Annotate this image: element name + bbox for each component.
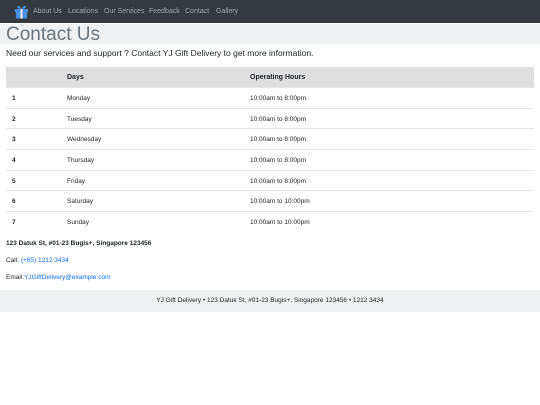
email-line: Email:YJGiftDelivery@example.com: [6, 274, 111, 281]
row-day: Monday: [67, 95, 91, 102]
nav-feedback[interactable]: Feedback: [149, 7, 180, 16]
nav-about-us[interactable]: About Us: [33, 7, 62, 16]
nav-locations[interactable]: Locations: [68, 7, 98, 16]
gift-icon[interactable]: [14, 3, 29, 19]
row-number: 7: [12, 219, 16, 227]
row-number: 2: [12, 115, 16, 123]
row-hours: 10:00am to 8:00pm: [250, 95, 307, 102]
nav-our-services[interactable]: Our Services: [104, 7, 144, 16]
header-days: Days: [67, 74, 84, 81]
row-day: Friday: [67, 177, 86, 185]
row-day: Wednesday: [67, 136, 102, 144]
row-day: Thursday: [67, 157, 95, 165]
call-label: Call:: [6, 257, 21, 264]
row-hours: 10:00am to 8:00pm: [250, 177, 307, 185]
row-hours: 10:00am to 10:00pm: [250, 198, 310, 206]
page-footer: YJ Gift Delivery • 123 Datuk St, #01-23 …: [0, 290, 540, 312]
phone-link[interactable]: (+65) 1212 3434: [21, 257, 69, 264]
intro-text: Need our services and support ? Contact …: [6, 48, 314, 58]
row-day: Sunday: [67, 219, 90, 227]
row-number: 5: [12, 177, 16, 185]
top-navbar: About Us Locations Our Services Feedback…: [0, 0, 540, 23]
table-row: 6 Saturday 10:00am to 10:00pm: [6, 190, 534, 211]
page-title-bar: Contact Us: [0, 24, 540, 45]
footer-text: YJ Gift Delivery • 123 Datuk St, #01-23 …: [156, 297, 384, 304]
nav-contact[interactable]: Contact: [185, 7, 209, 16]
row-hours: 10:00am to 8:00pm: [250, 115, 307, 123]
page-title: Contact Us: [6, 24, 100, 45]
table-row: 5 Friday 10:00am to 8:00pm: [6, 169, 534, 191]
nav-gallery[interactable]: Gallery: [216, 7, 238, 16]
row-day: Tuesday: [67, 115, 92, 123]
operating-hours-table: Days Operating Hours 1 Monday 10:00am to…: [6, 67, 534, 232]
table-row: 3 Wednesday 10:00am to 8:00pm: [6, 128, 534, 149]
row-number: 6: [12, 198, 16, 206]
table-row: 2 Tuesday 10:00am to 8:00pm: [6, 107, 534, 129]
row-hours: 10:00am to 10:00pm: [250, 219, 310, 227]
email-link[interactable]: YJGiftDelivery@example.com: [24, 274, 110, 281]
table-row: 4 Thursday 10:00am to 8:00pm: [6, 149, 534, 170]
call-line: Call: (+65) 1212 3434: [6, 257, 69, 264]
header-operating-hours: Operating Hours: [250, 74, 306, 81]
row-hours: 10:00am to 8:00pm: [250, 157, 307, 165]
row-number: 1: [12, 95, 16, 102]
table-row: 7 Sunday 10:00am to 10:00pm: [6, 211, 534, 232]
row-day: Saturday: [67, 198, 94, 206]
table-row: 1 Monday 10:00am to 8:00pm: [6, 87, 534, 108]
row-hours: 10:00am to 8:00pm: [250, 136, 307, 144]
row-number: 3: [12, 136, 16, 144]
store-address: 123 Datuk St, #01-23 Bugis+, Singapore 1…: [6, 240, 152, 247]
email-label: Email:: [6, 274, 25, 281]
table-header: Days Operating Hours: [6, 67, 534, 87]
row-number: 4: [12, 157, 16, 165]
